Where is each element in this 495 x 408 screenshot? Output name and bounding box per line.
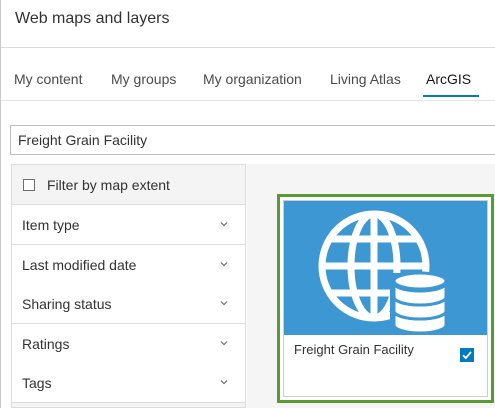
tab-my-organization[interactable]: My organization <box>203 71 302 87</box>
filter-by-map-extent[interactable]: Filter by map extent <box>12 165 245 205</box>
tab-living-atlas[interactable]: Living Atlas <box>330 71 401 87</box>
web-maps-layers-panel: Web maps and layers My content My groups… <box>0 0 495 408</box>
chevron-down-icon <box>220 341 228 346</box>
filter-ratings[interactable]: Ratings <box>12 324 245 364</box>
result-card[interactable]: Freight Grain Facility <box>283 200 488 397</box>
chevron-down-icon <box>220 222 228 227</box>
panel-title: Web maps and layers <box>15 10 170 27</box>
filter-sharing-status[interactable]: Sharing status <box>12 284 245 324</box>
filter-section-label: Item type <box>22 217 80 233</box>
map-extent-checkbox[interactable] <box>23 179 35 191</box>
filter-section-label: Tags <box>22 375 52 391</box>
chevron-down-icon <box>220 301 228 306</box>
header-divider <box>1 47 495 48</box>
item-thumbnail <box>284 201 487 335</box>
filter-section-label: Last modified date <box>22 257 137 273</box>
tab-arcgis[interactable]: ArcGIS <box>426 71 471 87</box>
search-input[interactable] <box>11 126 495 154</box>
source-tabs: My content My groups My organization Liv… <box>1 56 495 100</box>
map-extent-label: Filter by map extent <box>47 177 170 193</box>
chevron-down-icon <box>220 262 228 267</box>
active-tab-indicator <box>423 95 479 97</box>
filter-tags[interactable]: Tags <box>12 363 245 403</box>
filter-last-modified-date[interactable]: Last modified date <box>12 245 245 285</box>
tab-my-groups[interactable]: My groups <box>111 71 176 87</box>
filter-section-label: Sharing status <box>22 296 112 312</box>
globe-database-icon <box>318 210 450 335</box>
chevron-down-icon <box>220 380 228 385</box>
filter-panel: Filter by map extent Item type Last modi… <box>11 164 246 408</box>
result-title: Freight Grain Facility <box>294 342 414 357</box>
checkmark-icon <box>462 351 472 360</box>
filter-section-label: Ratings <box>22 336 70 352</box>
filter-item-type[interactable]: Item type <box>12 205 245 245</box>
tabs-divider <box>1 100 495 101</box>
search-box[interactable] <box>10 125 495 155</box>
selected-checkbox[interactable] <box>460 348 474 362</box>
tab-my-content[interactable]: My content <box>14 71 82 87</box>
